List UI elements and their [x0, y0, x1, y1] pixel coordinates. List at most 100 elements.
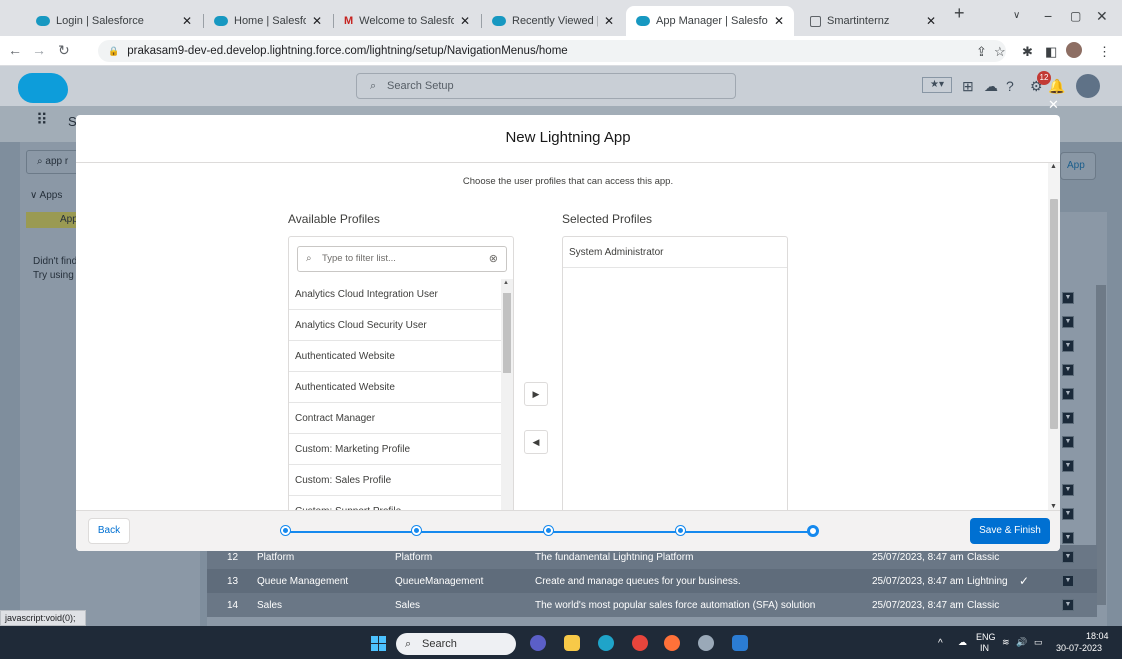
- close-icon[interactable]: ✕: [182, 14, 192, 28]
- notifications-bell-icon[interactable]: 🔔: [1048, 78, 1065, 95]
- scroll-down-icon[interactable]: ▼: [1050, 503, 1057, 510]
- scroll-thumb[interactable]: [503, 293, 511, 373]
- language-code[interactable]: ENG: [976, 632, 996, 642]
- reload-icon[interactable]: ↻: [58, 42, 70, 59]
- progress-step-current[interactable]: [807, 525, 819, 537]
- row-action-dropdown[interactable]: ▼: [1062, 532, 1074, 544]
- chrome-profile-icon[interactable]: [698, 635, 714, 651]
- profile-avatar-icon[interactable]: [1066, 42, 1082, 58]
- move-to-available-button[interactable]: ◀: [524, 430, 548, 454]
- chrome-icon[interactable]: [632, 635, 648, 651]
- progress-step[interactable]: [544, 526, 553, 535]
- restore-icon[interactable]: ▢: [1070, 9, 1081, 23]
- tab-search-chevron-icon[interactable]: ∨: [1013, 10, 1020, 21]
- new-lightning-app-button[interactable]: App: [1060, 152, 1096, 180]
- volume-icon[interactable]: 🔊: [1016, 637, 1027, 648]
- wifi-icon[interactable]: ≋: [1002, 637, 1010, 648]
- scroll-up-icon[interactable]: ▲: [503, 280, 509, 286]
- row-action-dropdown[interactable]: ▼: [1062, 551, 1074, 563]
- list-item[interactable]: Analytics Cloud Integration User: [289, 279, 501, 310]
- close-icon[interactable]: ✕: [604, 14, 614, 28]
- move-to-selected-button[interactable]: ▶: [524, 382, 548, 406]
- clock-time[interactable]: 18:04: [1086, 631, 1109, 641]
- app-launcher-icon[interactable]: ⠿: [36, 110, 48, 130]
- close-icon[interactable]: ✕: [460, 14, 470, 28]
- close-icon[interactable]: ✕: [926, 14, 936, 28]
- row-action-dropdown[interactable]: ▼: [1062, 460, 1074, 472]
- global-actions-icon[interactable]: ⊞: [962, 78, 974, 95]
- progress-step[interactable]: [676, 526, 685, 535]
- app-name[interactable]: Queue Management: [257, 576, 348, 587]
- list-item[interactable]: System Administrator: [563, 237, 787, 268]
- bookmark-star-icon[interactable]: ☆: [994, 44, 1006, 60]
- tab-smartinternz[interactable]: Smartinternz ✕: [800, 6, 946, 36]
- taskbar-search[interactable]: ⌕ Search: [396, 633, 516, 655]
- tab-login-salesforce[interactable]: Login | Salesforce ✕: [26, 6, 202, 36]
- extensions-icon[interactable]: ✱: [1022, 44, 1033, 60]
- row-action-dropdown[interactable]: ▼: [1062, 340, 1074, 352]
- firefox-icon[interactable]: [664, 635, 680, 651]
- windows-start-icon[interactable]: [371, 636, 387, 652]
- row-action-dropdown[interactable]: ▼: [1062, 484, 1074, 496]
- available-list-scrollbar[interactable]: ▲: [501, 279, 513, 510]
- list-item[interactable]: Authenticated Website: [289, 372, 501, 403]
- back-button[interactable]: Back: [88, 518, 130, 544]
- back-arrow-icon[interactable]: ←: [8, 42, 22, 58]
- onedrive-icon[interactable]: ☁: [958, 637, 967, 648]
- setup-search-input[interactable]: ⌕ Search Setup: [356, 73, 736, 99]
- list-item[interactable]: Custom: Support Profile: [289, 496, 501, 510]
- list-scrollbar[interactable]: [1096, 285, 1106, 605]
- tab-home-salesforce[interactable]: Home | Salesforce ✕: [204, 6, 332, 36]
- modal-scrollbar[interactable]: ▲ ▼: [1048, 163, 1060, 510]
- row-action-dropdown[interactable]: ▼: [1062, 292, 1074, 304]
- row-action-dropdown[interactable]: ▼: [1062, 575, 1074, 587]
- sidepanel-icon[interactable]: ◧: [1045, 44, 1057, 60]
- new-tab-icon[interactable]: +: [954, 3, 965, 24]
- close-icon[interactable]: ✕: [312, 14, 322, 28]
- row-action-dropdown[interactable]: ▼: [1062, 436, 1074, 448]
- teams-icon[interactable]: [530, 635, 546, 651]
- list-item[interactable]: Custom: Sales Profile: [289, 465, 501, 496]
- list-item[interactable]: Custom: Marketing Profile: [289, 434, 501, 465]
- minimize-icon[interactable]: −: [1044, 8, 1052, 24]
- save-and-finish-button[interactable]: Save & Finish: [970, 518, 1050, 544]
- row-action-dropdown[interactable]: ▼: [1062, 412, 1074, 424]
- list-item[interactable]: Authenticated Website: [289, 341, 501, 372]
- forward-arrow-icon[interactable]: →: [32, 42, 46, 58]
- scroll-thumb[interactable]: [1050, 199, 1058, 429]
- progress-step[interactable]: [281, 526, 290, 535]
- list-item[interactable]: Analytics Cloud Security User: [289, 310, 501, 341]
- word-icon[interactable]: [732, 635, 748, 651]
- clear-icon[interactable]: ⊗: [489, 247, 498, 271]
- address-bar[interactable]: 🔒 prakasam9-dev-ed.develop.lightning.for…: [98, 40, 1006, 62]
- row-action-dropdown[interactable]: ▼: [1062, 388, 1074, 400]
- app-name[interactable]: Sales: [257, 600, 282, 611]
- tab-recently-viewed[interactable]: Recently Viewed | Semeste ✕: [482, 6, 624, 36]
- tab-app-manager[interactable]: App Manager | Salesforce ✕: [626, 6, 794, 36]
- sidebar-item-app-manager[interactable]: App: [26, 212, 78, 228]
- progress-step[interactable]: [412, 526, 421, 535]
- row-action-dropdown[interactable]: ▼: [1062, 316, 1074, 328]
- favorites-icon[interactable]: ★▾: [922, 77, 952, 93]
- share-icon[interactable]: ⇪: [976, 44, 987, 60]
- list-item[interactable]: Contract Manager: [289, 403, 501, 434]
- help-icon[interactable]: ?: [1006, 78, 1014, 94]
- filter-list-input[interactable]: ⌕ Type to filter list... ⊗: [297, 246, 507, 272]
- window-close-icon[interactable]: ✕: [1096, 8, 1108, 25]
- close-icon[interactable]: ✕: [774, 14, 784, 28]
- user-avatar-icon[interactable]: [1076, 74, 1100, 98]
- trailhead-icon[interactable]: ☁: [984, 78, 998, 95]
- modal-close-icon[interactable]: ✕: [1048, 97, 1059, 113]
- sidebar-apps-group[interactable]: ∨ Apps: [30, 190, 62, 201]
- row-action-dropdown[interactable]: ▼: [1062, 599, 1074, 611]
- tab-gmail-welcome[interactable]: M Welcome to Salesforce: Ver ✕: [334, 6, 480, 36]
- row-action-dropdown[interactable]: ▼: [1062, 508, 1074, 520]
- row-action-dropdown[interactable]: ▼: [1062, 364, 1074, 376]
- file-explorer-icon[interactable]: [564, 635, 580, 651]
- tray-chevron-icon[interactable]: ^: [938, 638, 943, 649]
- battery-icon[interactable]: ▭: [1034, 637, 1043, 648]
- edge-icon[interactable]: [598, 635, 614, 651]
- scroll-up-icon[interactable]: ▲: [1050, 163, 1057, 170]
- more-vert-icon[interactable]: ⋮: [1098, 44, 1111, 60]
- app-name[interactable]: Platform: [257, 552, 294, 563]
